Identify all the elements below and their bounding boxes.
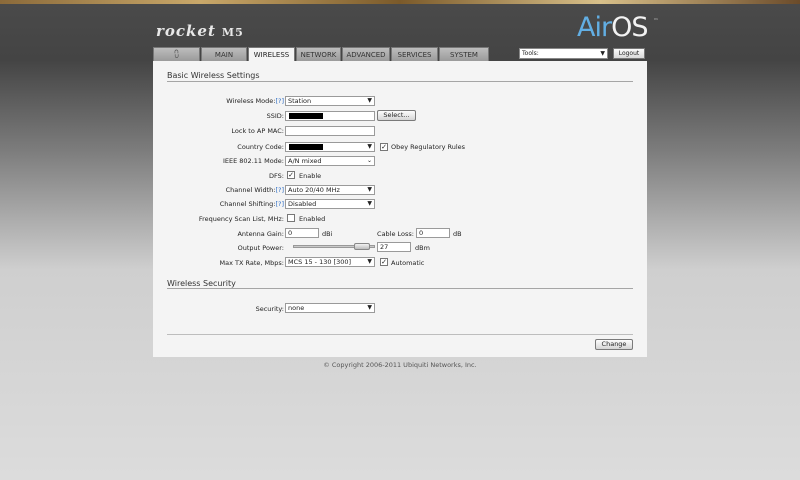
output-power-unit: dBm xyxy=(415,244,430,252)
channel-width-value: Auto 20/40 MHz xyxy=(288,186,340,194)
help-link[interactable]: [?] xyxy=(275,200,284,208)
wireless-mode-select[interactable]: Station ▼ xyxy=(285,96,375,106)
change-button[interactable]: Change xyxy=(595,339,633,350)
tab-main[interactable]: MAIN xyxy=(201,47,247,61)
brand-model: M5 xyxy=(221,26,244,39)
ieee-mode-label: IEEE 802.11 Mode: xyxy=(222,157,284,165)
channel-width-label: Channel Width:[?] xyxy=(226,186,284,194)
max-tx-rate-select[interactable]: MCS 15 - 130 [300] ▼ xyxy=(285,257,375,267)
chevron-down-icon: ▼ xyxy=(367,186,372,193)
output-power-slider-handle[interactable] xyxy=(354,243,370,250)
channel-width-select[interactable]: Auto 20/40 MHz ▼ xyxy=(285,185,375,195)
ieee-mode-select[interactable]: A/N mixed ⌄ xyxy=(285,156,375,166)
chevron-down-icon: ▼ xyxy=(367,304,372,311)
airos-logo-os: OS xyxy=(611,12,648,43)
antenna-gain-input[interactable]: 0 xyxy=(285,228,319,238)
wireless-security-title: Wireless Security xyxy=(167,279,236,288)
channel-shifting-value: Disabled xyxy=(288,200,317,208)
security-value: none xyxy=(288,304,305,312)
frequency-scan-enabled-label: Enabled xyxy=(299,215,326,223)
chevron-down-icon: ▼ xyxy=(367,258,372,265)
airos-logo: AirOS ™ xyxy=(577,12,658,43)
cable-loss-label: Cable Loss: xyxy=(377,230,414,238)
security-label: Security: xyxy=(255,305,284,313)
channel-shifting-label: Channel Shifting:[?] xyxy=(220,200,284,208)
max-tx-rate-label: Max TX Rate, Mbps: xyxy=(219,259,284,267)
top-banner-strip xyxy=(0,0,800,4)
footer-copyright: © Copyright 2006-2011 Ubiquiti Networks,… xyxy=(323,361,477,369)
country-code-select[interactable]: ▼ xyxy=(285,142,375,152)
chevron-down-icon: ▼ xyxy=(600,50,605,57)
obey-regulatory-label: Obey Regulatory Rules xyxy=(391,143,466,151)
ssid-label: SSID: xyxy=(266,112,284,120)
chevron-down-icon: ▼ xyxy=(367,97,372,104)
frequency-scan-label: Frequency Scan List, MHz: xyxy=(198,215,284,223)
channel-width-label-text: Channel Width: xyxy=(225,186,276,194)
frequency-scan-checkbox[interactable] xyxy=(287,214,295,222)
dfs-enable-label: Enable xyxy=(299,172,322,180)
channel-shifting-label-text: Channel Shifting: xyxy=(219,200,276,208)
airos-logo-tm: ™ xyxy=(653,18,658,24)
redacted-value xyxy=(289,113,323,119)
max-tx-rate-value: MCS 15 - 130 [300] xyxy=(288,258,352,266)
wireless-mode-label: Wireless Mode:[?] xyxy=(226,97,284,105)
airos-logo-air: Air xyxy=(577,12,612,43)
section-divider xyxy=(167,288,633,289)
lock-ap-mac-label: Lock to AP MAC: xyxy=(231,127,284,135)
chevron-down-icon: ▼ xyxy=(367,143,372,150)
section-divider xyxy=(167,81,633,82)
tools-dropdown[interactable]: Tools: ▼ xyxy=(519,48,608,59)
chevron-down-icon: ▼ xyxy=(367,200,372,207)
ssid-select-button[interactable]: Select... xyxy=(377,110,416,121)
tools-dropdown-value: Tools: xyxy=(522,50,539,57)
dfs-label: DFS: xyxy=(269,172,284,180)
obey-regulatory-checkbox[interactable]: ✓ xyxy=(380,143,388,151)
chevron-down-icon: ⌄ xyxy=(366,157,372,164)
tab-wireless[interactable]: WIRELESS xyxy=(248,47,295,62)
output-power-slider[interactable] xyxy=(293,243,375,250)
ieee-mode-value: A/N mixed xyxy=(288,157,322,165)
wireless-mode-label-text: Wireless Mode: xyxy=(226,97,276,105)
cable-loss-unit: dB xyxy=(453,230,462,238)
output-power-input[interactable]: 27 xyxy=(377,242,411,252)
tab-advanced[interactable]: ADVANCED xyxy=(342,47,390,61)
redacted-value xyxy=(289,144,323,150)
max-tx-automatic-checkbox[interactable]: ✓ xyxy=(380,258,388,266)
help-link[interactable]: [?] xyxy=(275,186,284,194)
wireless-mode-value: Station xyxy=(288,97,312,105)
logout-button[interactable]: Logout xyxy=(613,48,645,59)
brand-name: rocket xyxy=(156,22,216,40)
antenna-gain-label: Antenna Gain: xyxy=(237,230,284,238)
tab-ubnt-logo[interactable]: ⩇ xyxy=(153,47,200,61)
max-tx-automatic-label: Automatic xyxy=(391,259,425,267)
security-select[interactable]: none ▼ xyxy=(285,303,375,313)
ssid-input[interactable] xyxy=(285,111,375,121)
antenna-gain-unit: dBi xyxy=(322,230,333,238)
product-brand: rocket M5 xyxy=(156,22,244,40)
section-divider xyxy=(167,334,633,335)
output-power-label: Output Power: xyxy=(237,244,284,252)
basic-settings-title: Basic Wireless Settings xyxy=(167,71,260,80)
lock-ap-mac-input[interactable] xyxy=(285,126,375,136)
cable-loss-input[interactable]: 0 xyxy=(416,228,450,238)
tab-services[interactable]: SERVICES xyxy=(391,47,438,61)
country-code-label: Country Code: xyxy=(237,143,284,151)
tab-system[interactable]: SYSTEM xyxy=(439,47,489,61)
tab-network[interactable]: NETWORK xyxy=(296,47,341,61)
channel-shifting-select[interactable]: Disabled ▼ xyxy=(285,199,375,209)
help-link[interactable]: [?] xyxy=(275,97,284,105)
wireless-settings-panel: Basic Wireless Settings Wireless Mode:[?… xyxy=(153,61,647,357)
dfs-checkbox[interactable]: ✓ xyxy=(287,171,295,179)
